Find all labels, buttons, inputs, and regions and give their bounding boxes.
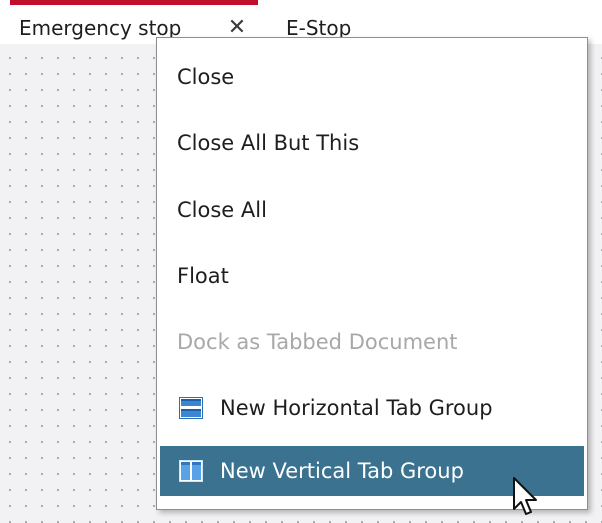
tab-context-menu: Close Close All But This Close All Float…: [156, 37, 588, 510]
menu-item-dock-as-tabbed-document: Dock as Tabbed Document: [177, 330, 458, 354]
menu-item-label: New Vertical Tab Group: [220, 459, 464, 483]
menu-item-close-all-but-this[interactable]: Close All But This: [160, 118, 584, 168]
vertical-tab-group-icon: [179, 460, 203, 482]
mouse-pointer-icon: [513, 477, 537, 515]
active-tab-indicator: [10, 0, 258, 5]
menu-item-label: New Horizontal Tab Group: [220, 396, 493, 420]
horizontal-tab-group-icon: [179, 397, 203, 419]
menu-item-close-all[interactable]: Close All: [160, 185, 584, 235]
menu-item-new-horizontal-tab-group[interactable]: New Horizontal Tab Group: [160, 383, 584, 433]
menu-item-close[interactable]: Close: [160, 52, 584, 102]
menu-item-float[interactable]: Float: [160, 251, 584, 301]
